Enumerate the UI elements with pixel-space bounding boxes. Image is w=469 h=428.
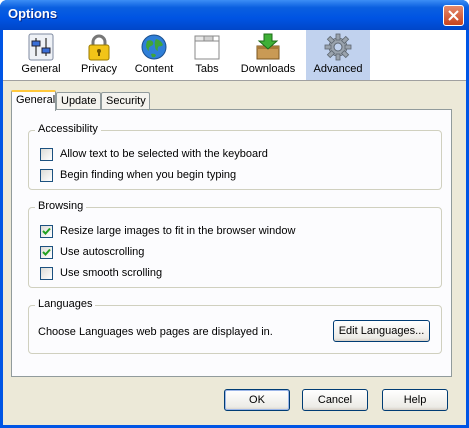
pane-content-label: Content (134, 63, 174, 75)
tab-general[interactable]: General (11, 90, 56, 111)
pane-downloads-label: Downloads (240, 63, 296, 75)
tab-security-label: Security (106, 95, 146, 107)
advanced-gear-icon (323, 32, 353, 62)
pane-general-label: General (21, 63, 61, 75)
pane-privacy[interactable]: Privacy (74, 30, 124, 80)
pane-downloads[interactable]: Downloads (236, 30, 300, 80)
pane-privacy-label: Privacy (80, 63, 118, 75)
tabs-window-icon (192, 32, 222, 62)
checkmark-icon (42, 248, 51, 256)
help-button[interactable]: Help (382, 389, 448, 411)
window-title: Options (8, 6, 58, 21)
general-tab-panel: Accessibility Allow text to be selected … (11, 109, 452, 377)
tab-update-label: Update (61, 95, 97, 107)
pane-toolbar: General Privacy Content Tabs Downloads A… (3, 30, 466, 81)
tab-update[interactable]: Update (56, 92, 101, 109)
ok-button[interactable]: OK (224, 389, 290, 411)
dialog-client-area: General Privacy Content Tabs Downloads A… (3, 30, 466, 425)
general-sliders-icon (26, 32, 56, 62)
autoscrolling-label: Use autoscrolling (60, 246, 145, 258)
browsing-title: Browsing (35, 200, 87, 212)
accessibility-title: Accessibility (35, 123, 101, 135)
accessibility-group: Accessibility Allow text to be selected … (28, 123, 442, 190)
options-dialog: Options General Privacy Content Tabs Dow… (0, 0, 469, 428)
close-icon (448, 10, 459, 21)
languages-description: Choose Languages web pages are displayed… (38, 326, 273, 338)
pane-content[interactable]: Content (126, 30, 182, 80)
tab-security[interactable]: Security (101, 92, 150, 109)
allow-keyboard-selection-label: Allow text to be selected with the keybo… (60, 148, 268, 160)
smooth-scrolling-checkbox[interactable] (40, 267, 53, 280)
checkmark-icon (42, 227, 51, 235)
allow-keyboard-selection-checkbox[interactable] (40, 148, 53, 161)
privacy-lock-icon (84, 32, 114, 62)
tab-general-label: General (16, 94, 56, 106)
find-as-you-type-checkbox[interactable] (40, 169, 53, 182)
downloads-box-icon (253, 32, 283, 62)
content-globe-icon (139, 32, 169, 62)
pane-advanced-label: Advanced (313, 63, 363, 75)
languages-group: Languages Choose Languages web pages are… (28, 298, 442, 354)
resize-images-label: Resize large images to fit in the browse… (60, 225, 296, 237)
browsing-group: Browsing Resize large images to fit in t… (28, 200, 442, 288)
pane-general[interactable]: General (15, 30, 67, 80)
smooth-scrolling-label: Use smooth scrolling (60, 267, 163, 279)
pane-advanced[interactable]: Advanced (306, 30, 370, 80)
pane-tabs-label: Tabs (195, 63, 219, 75)
title-bar[interactable]: Options (0, 0, 469, 30)
find-as-you-type-label: Begin finding when you begin typing (60, 169, 237, 181)
resize-images-checkbox[interactable] (40, 225, 53, 238)
cancel-button[interactable]: Cancel (302, 389, 368, 411)
pane-tabs[interactable]: Tabs (187, 30, 227, 80)
close-button[interactable] (443, 5, 464, 26)
autoscrolling-checkbox[interactable] (40, 246, 53, 259)
edit-languages-button[interactable]: Edit Languages... (333, 320, 430, 342)
languages-title: Languages (35, 298, 96, 310)
